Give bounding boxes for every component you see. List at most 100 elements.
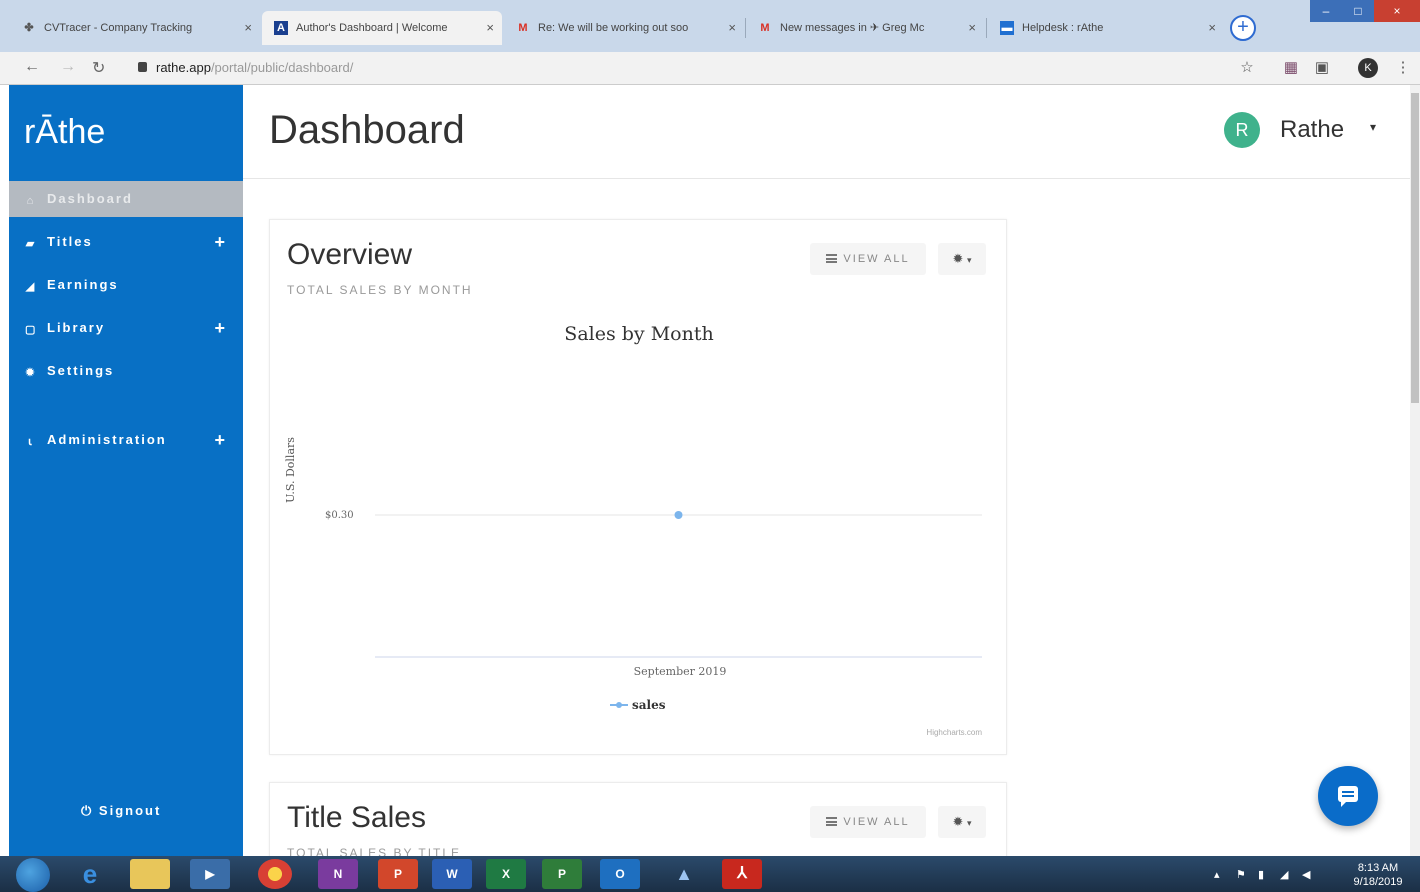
flag-icon[interactable]: ⚑ [1236, 868, 1246, 881]
gear-icon: ✹ [952, 251, 964, 266]
close-tab-icon[interactable]: × [728, 11, 736, 45]
chart-legend-item[interactable]: sales [610, 698, 665, 712]
home-icon: ⌂ [26, 195, 36, 207]
browser-tab-helpdesk[interactable]: ▬ Helpdesk : rAthe × [988, 11, 1224, 45]
reload-icon[interactable]: ↻ [92, 58, 105, 78]
data-point[interactable] [674, 511, 683, 519]
browser-tab-authors-dashboard[interactable]: A Author's Dashboard | Welcome × [262, 11, 502, 45]
outlook-icon[interactable]: O [600, 859, 640, 889]
extension-icon[interactable]: ▦ [1282, 59, 1300, 77]
project-icon[interactable]: P [542, 859, 582, 889]
sidebar-item-earnings[interactable]: ◢ Earnings [9, 267, 243, 303]
browser-tab-gmail-2[interactable]: M New messages in ✈ Greg Mc × [746, 11, 984, 45]
sidebar-item-library[interactable]: ▢ Library + [9, 310, 243, 346]
cast-icon[interactable]: ▣ [1313, 59, 1331, 77]
scrollbar-thumb[interactable] [1411, 93, 1419, 403]
file-explorer-icon[interactable] [130, 859, 170, 889]
sidebar-item-label: Library [47, 320, 106, 335]
view-all-button[interactable]: VIEW ALL [810, 806, 926, 838]
tab-title: New messages in ✈ Greg Mc [780, 22, 925, 34]
view-all-button[interactable]: VIEW ALL [810, 243, 926, 275]
url-path: /portal/public/dashboard/ [210, 60, 354, 75]
sidebar-item-dashboard[interactable]: ⌂ Dashboard [9, 181, 243, 217]
volume-icon[interactable]: ◀ [1302, 868, 1310, 881]
page-title: Dashboard [269, 108, 465, 152]
media-player-icon[interactable]: ▶ [190, 859, 230, 889]
close-tab-icon[interactable]: × [1208, 11, 1216, 45]
chat-button[interactable] [1318, 766, 1378, 826]
bookmark-star-icon[interactable]: ☆ [1238, 59, 1256, 77]
sidebar-item-label: Administration [47, 432, 167, 447]
address-bar: ← → ↻ rathe.app/portal/public/dashboard/… [0, 52, 1420, 85]
list-icon [826, 254, 838, 263]
avatar[interactable]: R [1224, 112, 1260, 148]
view-all-label: VIEW ALL [843, 816, 910, 828]
sidebar-item-administration[interactable]: ⍳ Administration + [9, 422, 243, 458]
caret-down-icon: ▾ [967, 255, 972, 265]
helpdesk-favicon-icon: ▬ [1000, 21, 1014, 35]
maximize-icon[interactable]: □ [1342, 0, 1374, 22]
system-tray: ▴ ⚑ ▮ ◢ ◀ 8:13 AM 9/18/2019 [1208, 860, 1408, 890]
internet-explorer-icon[interactable]: e [70, 859, 110, 889]
minimize-icon[interactable]: – [1310, 0, 1342, 22]
card-subtitle: TOTAL SALES BY MONTH [287, 283, 473, 297]
profile-avatar[interactable]: K [1358, 58, 1378, 78]
signout-label: Signout [98, 803, 162, 818]
expand-plus-icon[interactable]: + [214, 224, 225, 260]
powerpoint-icon[interactable]: P [378, 859, 418, 889]
close-tab-icon[interactable]: × [244, 11, 252, 45]
caret-down-icon[interactable]: ▾ [1370, 120, 1376, 134]
start-button[interactable] [16, 858, 50, 892]
lock-icon: ⍳ [28, 436, 34, 448]
user-name[interactable]: Rathe [1280, 116, 1344, 144]
header-divider [243, 178, 1410, 179]
back-arrow-icon[interactable]: ← [24, 58, 40, 76]
expand-plus-icon[interactable]: + [214, 422, 225, 458]
clock[interactable]: 8:13 AM 9/18/2019 [1348, 861, 1408, 889]
battery-icon[interactable]: ▮ [1258, 868, 1264, 881]
card-title: Overview [287, 238, 413, 271]
book-icon: ▰ [25, 238, 37, 250]
card-settings-button[interactable]: ✹ ▾ [938, 806, 986, 838]
menu-dots-icon[interactable]: ⋮ [1394, 59, 1412, 77]
new-tab-button[interactable]: + [1230, 15, 1256, 41]
gmail-icon: M [518, 22, 528, 34]
excel-icon[interactable]: X [486, 859, 526, 889]
windows-taskbar: e ▶ N P W X P O ▲ ⅄ ▴ ⚑ ▮ ◢ ◀ 8:13 AM 9/… [0, 856, 1420, 892]
sidebar: rĀthe ⌂ Dashboard ▰ Titles + ◢ Earnings ▢ Li… [9, 85, 243, 856]
close-tab-icon[interactable]: × [486, 11, 494, 45]
app-triangle-icon[interactable]: ▲ [664, 859, 704, 889]
sidebar-item-label: Earnings [47, 277, 119, 292]
view-all-label: VIEW ALL [843, 253, 910, 265]
app-logo[interactable]: rĀthe [24, 113, 105, 152]
acrobat-icon[interactable]: ⅄ [722, 859, 762, 889]
sidebar-item-label: Settings [47, 363, 115, 378]
card-settings-button[interactable]: ✹ ▾ [938, 243, 986, 275]
forward-arrow-icon[interactable]: → [60, 58, 76, 76]
chrome-icon[interactable] [258, 859, 292, 889]
tray-expand-icon[interactable]: ▴ [1214, 868, 1220, 881]
browser-tab-gmail-1[interactable]: M Re: We will be working out soo × [504, 11, 744, 45]
lock-icon [138, 62, 147, 72]
expand-plus-icon[interactable]: + [214, 310, 225, 346]
file-icon: ▢ [25, 324, 38, 336]
tab-title: CVTracer - Company Tracking [44, 22, 193, 34]
sidebar-item-titles[interactable]: ▰ Titles + [9, 224, 243, 260]
page-scrollbar[interactable] [1410, 85, 1420, 856]
tab-title: Re: We will be working out soo [538, 22, 689, 34]
signout-button[interactable]: ⏻ Signout [81, 803, 161, 819]
network-icon[interactable]: ◢ [1280, 868, 1288, 881]
overview-card: Overview TOTAL SALES BY MONTH VIEW ALL ✹… [269, 219, 1007, 755]
sidebar-item-settings[interactable]: ✹ Settings [9, 353, 243, 389]
clock-date: 9/18/2019 [1353, 876, 1403, 888]
onenote-icon[interactable]: N [318, 859, 358, 889]
close-tab-icon[interactable]: × [968, 11, 976, 45]
close-window-icon[interactable]: × [1374, 0, 1420, 22]
browser-tab-cvtracer[interactable]: ✤ CVTracer - Company Tracking × [10, 11, 260, 45]
url-input[interactable]: rathe.app/portal/public/dashboard/ [156, 60, 353, 75]
word-icon[interactable]: W [432, 859, 472, 889]
caret-down-icon: ▾ [967, 818, 972, 828]
cvtracer-favicon-icon: ✤ [24, 22, 34, 34]
chart-credits[interactable]: Highcharts.com [926, 728, 982, 737]
browser-tab-strip: ✤ CVTracer - Company Tracking × A Author… [0, 0, 1420, 52]
